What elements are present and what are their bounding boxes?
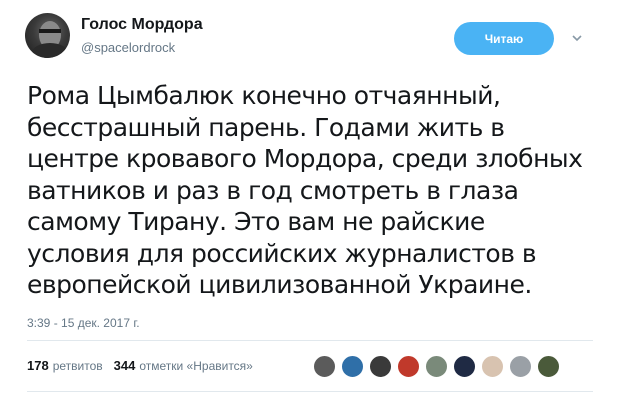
liker-avatar-8[interactable] [509,355,532,378]
like-count: 344 [113,358,136,373]
divider [27,340,593,341]
liker-avatar-5[interactable] [425,355,448,378]
retweet-label: ретвитов [52,359,103,373]
liker-avatar-2[interactable] [341,355,364,378]
retweet-stat[interactable]: 178 ретвитов [27,358,103,373]
liker-avatar-6[interactable] [453,355,476,378]
user-display-name[interactable]: Голос Мордора [81,16,203,34]
follow-button[interactable]: Читаю [454,22,554,55]
tweet-text: Рома Цымбалюк конечно отчаянный, бесстра… [27,81,583,299]
retweet-count: 178 [27,358,49,373]
avatar-image [32,21,68,58]
like-label: отметки «Нравится» [139,359,253,373]
tweet-stats: 178 ретвитов 344 отметки «Нравится» [27,358,264,373]
liker-avatar-9[interactable] [537,355,560,378]
liker-avatar-3[interactable] [369,355,392,378]
avatar[interactable] [25,13,70,58]
user-handle[interactable]: @spacelordrock [81,40,175,55]
divider [27,391,593,392]
like-stat[interactable]: 344 отметки «Нравится» [114,358,253,373]
liker-avatar-7[interactable] [481,355,504,378]
liker-avatars [313,355,565,378]
tweet-timestamp[interactable]: 3:39 - 15 дек. 2017 г. [27,316,140,330]
liker-avatar-1[interactable] [313,355,336,378]
chevron-down-icon[interactable] [569,30,585,46]
liker-avatar-4[interactable] [397,355,420,378]
